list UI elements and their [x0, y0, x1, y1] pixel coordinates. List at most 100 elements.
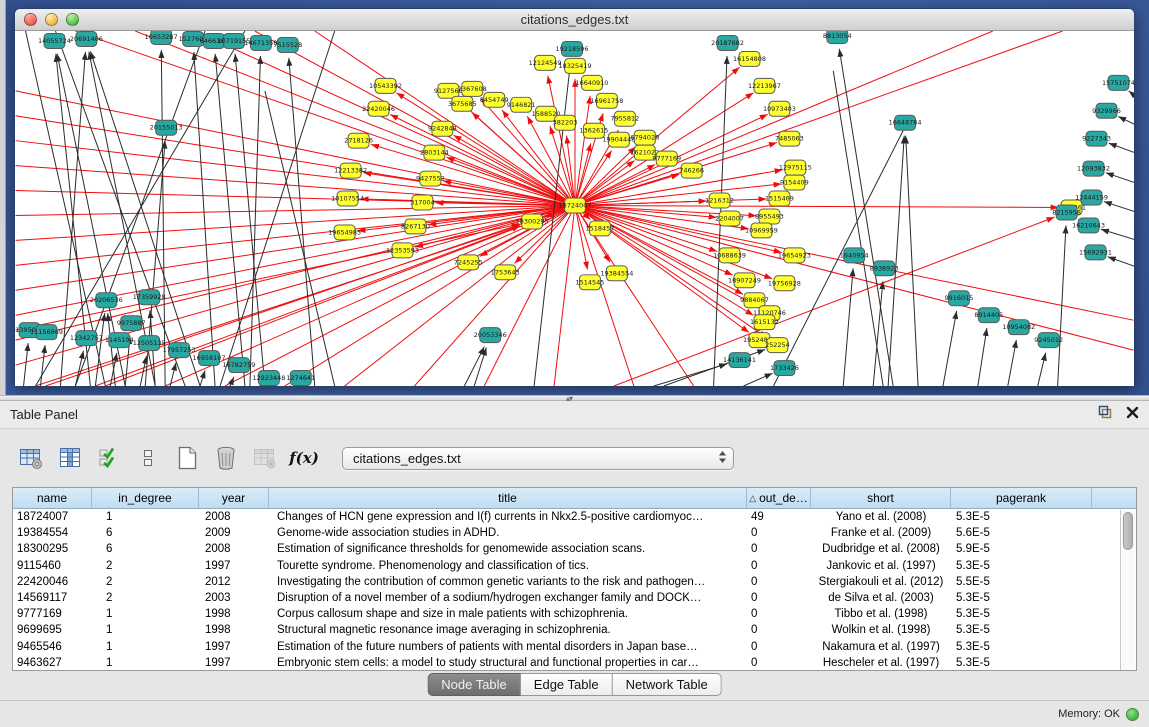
- column-header-year[interactable]: year: [199, 488, 269, 508]
- cell-out_de[interactable]: 49: [747, 511, 811, 523]
- cell-title[interactable]: Corpus callosum shape and size in male p…: [269, 608, 747, 620]
- window-titlebar[interactable]: citations_edges.txt: [15, 9, 1134, 31]
- black-edge[interactable]: [464, 347, 484, 386]
- black-edge[interactable]: [161, 50, 165, 386]
- cell-out_de[interactable]: 0: [747, 543, 811, 555]
- black-edge[interactable]: [235, 54, 265, 386]
- table-row[interactable]: 946554611997Estimation of the future num…: [13, 639, 1136, 655]
- cell-in_degree[interactable]: 1: [92, 657, 199, 669]
- close-panel-icon[interactable]: [1126, 406, 1139, 424]
- cell-year[interactable]: 2008: [199, 511, 269, 523]
- cell-short[interactable]: Dudbridge et al. (2008): [811, 543, 951, 555]
- table-row[interactable]: 1830029562008Estimation of significance …: [13, 541, 1136, 557]
- cell-pagerank[interactable]: 5.3E-5: [951, 511, 1092, 523]
- cell-title[interactable]: Estimation of significance thresholds fo…: [269, 543, 747, 555]
- cell-short[interactable]: Franke et al. (2009): [811, 527, 951, 539]
- tab-network-table[interactable]: Network Table: [613, 673, 722, 696]
- cell-out_de[interactable]: 0: [747, 560, 811, 572]
- red-edge[interactable]: [454, 135, 575, 205]
- cell-title[interactable]: Genome-wide association studies in ADHD.: [269, 527, 747, 539]
- create-column-icon[interactable]: [174, 445, 200, 471]
- network-graph[interactable]: 1872400710543392224200469127568367568523…: [15, 31, 1134, 386]
- cell-name[interactable]: 19384554: [13, 527, 92, 539]
- cell-pagerank[interactable]: 5.5E-5: [951, 576, 1092, 588]
- cell-name[interactable]: 9465546: [13, 641, 92, 653]
- cell-title[interactable]: Changes of HCN gene expression and I(f) …: [269, 511, 747, 523]
- red-edge[interactable]: [345, 206, 575, 386]
- cell-out_de[interactable]: 0: [747, 608, 811, 620]
- table-row[interactable]: 1456911722003Disruption of a novel membe…: [13, 590, 1136, 606]
- cell-name[interactable]: 18724007: [13, 511, 92, 523]
- table-row[interactable]: 1872400712008Changes of HCN gene express…: [13, 509, 1136, 525]
- cell-short[interactable]: de Silva et al. (2003): [811, 592, 951, 604]
- table-selector-dropdown[interactable]: citations_edges.txt: [342, 447, 734, 470]
- black-edge[interactable]: [1038, 353, 1046, 386]
- cell-short[interactable]: Hescheler et al. (1997): [811, 657, 951, 669]
- cell-year[interactable]: 2012: [199, 576, 269, 588]
- black-edge[interactable]: [744, 373, 773, 386]
- cell-year[interactable]: 1997: [199, 560, 269, 572]
- cell-year[interactable]: 2008: [199, 543, 269, 555]
- red-edge[interactable]: [575, 31, 1063, 206]
- red-edge[interactable]: [165, 206, 575, 386]
- delete-column-icon[interactable]: [213, 445, 239, 471]
- red-edge[interactable]: [16, 166, 575, 206]
- cell-name[interactable]: 22420046: [13, 576, 92, 588]
- cell-in_degree[interactable]: 2: [92, 560, 199, 572]
- cell-short[interactable]: Nakamura et al. (1997): [811, 641, 951, 653]
- black-edge[interactable]: [978, 328, 987, 386]
- red-edge[interactable]: [554, 206, 575, 386]
- black-edge[interactable]: [1101, 229, 1134, 240]
- cell-short[interactable]: Wolkin et al. (1998): [811, 624, 951, 636]
- cell-pagerank[interactable]: 5.3E-5: [951, 657, 1092, 669]
- table-row[interactable]: 911546021997Tourette syndrome. Phenomeno…: [13, 558, 1136, 574]
- column-header-out_de[interactable]: △out_de…: [747, 488, 811, 508]
- black-edge[interactable]: [843, 268, 853, 386]
- column-header-title[interactable]: title: [269, 488, 747, 508]
- black-edge[interactable]: [265, 91, 335, 386]
- column-header-short[interactable]: short: [811, 488, 951, 508]
- cell-year[interactable]: 2003: [199, 592, 269, 604]
- cell-title[interactable]: Tourette syndrome. Phenomenology and cla…: [269, 560, 747, 572]
- black-edge[interactable]: [1129, 91, 1134, 98]
- vertical-scrollbar[interactable]: [1120, 510, 1135, 670]
- table-row[interactable]: 969969511998Structural magnetic resonanc…: [13, 622, 1136, 638]
- cell-short[interactable]: Jankovic et al. (1997): [811, 560, 951, 572]
- black-edge[interactable]: [24, 343, 29, 386]
- column-header-name[interactable]: name: [13, 488, 92, 508]
- tab-node-table[interactable]: Node Table: [427, 673, 521, 696]
- cell-pagerank[interactable]: 5.6E-5: [951, 527, 1092, 539]
- cell-in_degree[interactable]: 6: [92, 543, 199, 555]
- black-edge[interactable]: [1118, 116, 1134, 125]
- table-row[interactable]: 2242004622012Investigating the contribut…: [13, 574, 1136, 590]
- table-row[interactable]: 977716911998Corpus callosum shape and si…: [13, 606, 1136, 622]
- cell-name[interactable]: 9115460: [13, 560, 92, 572]
- cell-pagerank[interactable]: 5.3E-5: [951, 592, 1092, 604]
- cell-in_degree[interactable]: 6: [92, 527, 199, 539]
- row-height-icon[interactable]: [135, 445, 161, 471]
- cell-title[interactable]: Investigating the contribution of common…: [269, 576, 747, 588]
- cell-pagerank[interactable]: 5.3E-5: [951, 608, 1092, 620]
- red-edge[interactable]: [575, 93, 754, 206]
- cell-name[interactable]: 18300295: [13, 543, 92, 555]
- cell-name[interactable]: 9699695: [13, 624, 92, 636]
- black-edge[interactable]: [1108, 257, 1134, 268]
- cell-year[interactable]: 2009: [199, 527, 269, 539]
- cell-short[interactable]: Tibbo et al. (1998): [811, 608, 951, 620]
- black-edge[interactable]: [833, 71, 883, 386]
- cell-year[interactable]: 1998: [199, 608, 269, 620]
- cell-pagerank[interactable]: 5.3E-5: [951, 641, 1092, 653]
- black-edge[interactable]: [215, 54, 245, 386]
- cell-in_degree[interactable]: 2: [92, 576, 199, 588]
- red-edge[interactable]: [195, 31, 575, 206]
- black-edge[interactable]: [1106, 173, 1134, 184]
- cell-year[interactable]: 1997: [199, 641, 269, 653]
- cell-short[interactable]: Yano et al. (2008): [811, 511, 951, 523]
- cell-out_de[interactable]: 0: [747, 641, 811, 653]
- table-row[interactable]: 946362711997Embryonic stem cells: a mode…: [13, 655, 1136, 671]
- black-edge[interactable]: [110, 353, 116, 386]
- cell-pagerank[interactable]: 5.3E-5: [951, 560, 1092, 572]
- black-edge[interactable]: [220, 31, 335, 386]
- memory-ok-icon[interactable]: [1126, 708, 1139, 721]
- red-edge[interactable]: [575, 143, 591, 205]
